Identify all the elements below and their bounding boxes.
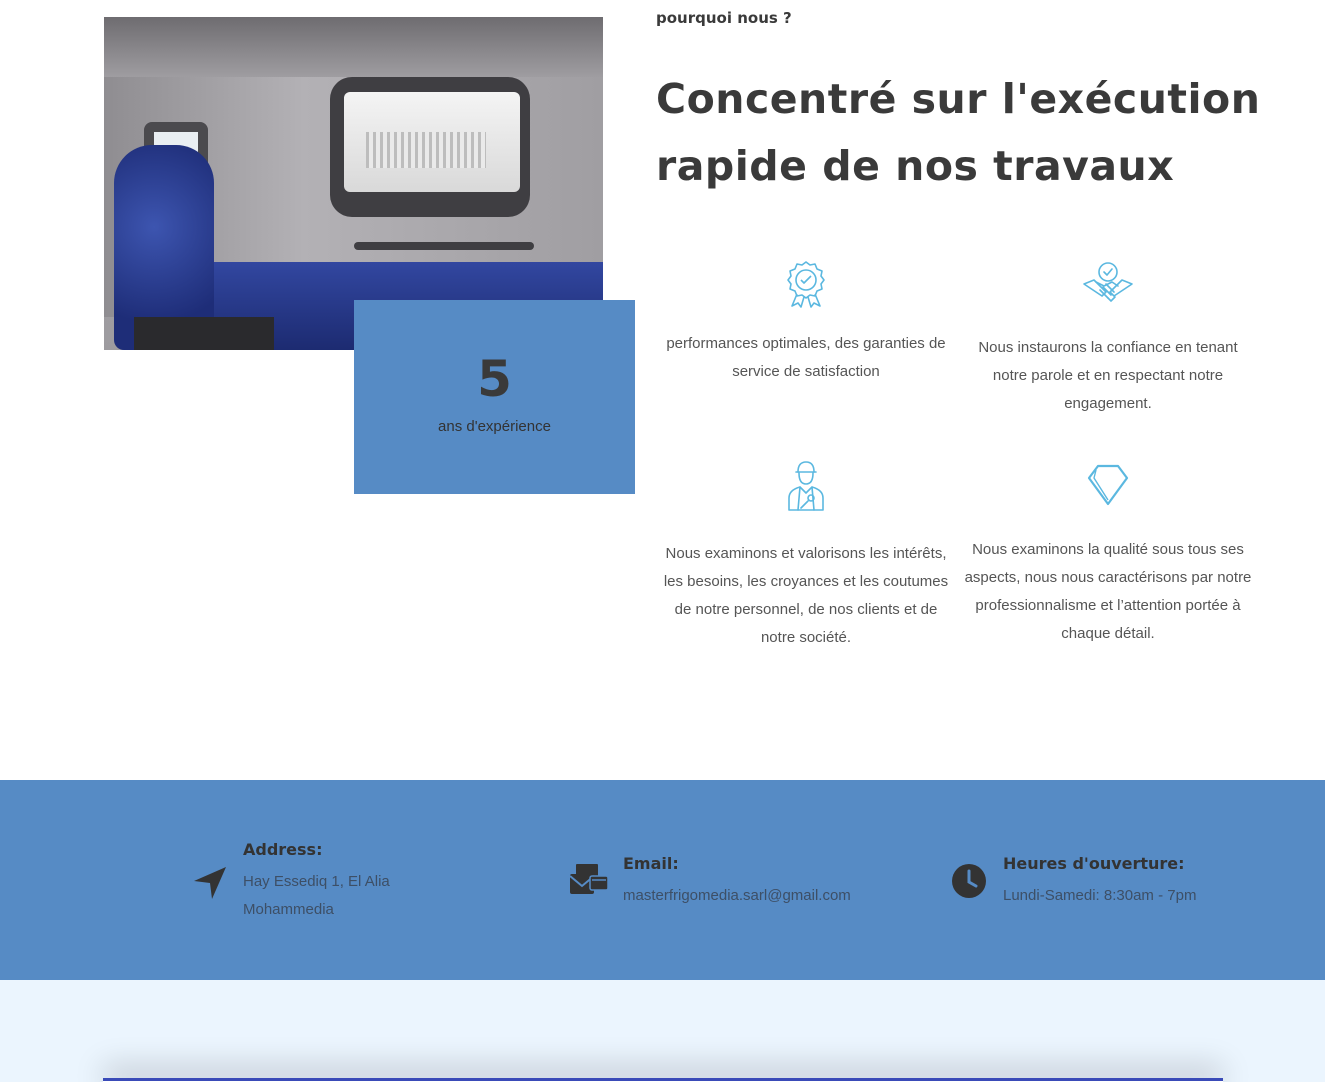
contact-band: Address: Hay Essediq 1, El Alia Mohammed… bbox=[0, 780, 1325, 980]
bottom-card bbox=[103, 1078, 1223, 1082]
section-headline: Concentré sur l'exécution rapide de nos … bbox=[656, 75, 1261, 190]
bottom-section bbox=[0, 980, 1325, 1082]
award-ribbon-icon bbox=[787, 261, 825, 308]
location-arrow-icon bbox=[194, 867, 226, 899]
experience-years: 5 bbox=[477, 350, 512, 408]
experience-label: ans d'expérience bbox=[438, 418, 551, 435]
feature-quality: Nous examinons la qualité sous tous ses … bbox=[963, 460, 1253, 648]
clock-icon bbox=[952, 864, 986, 898]
contact-hours-title: Heures d'ouverture: bbox=[1003, 854, 1185, 873]
contact-address-value: Hay Essediq 1, El Alia Mohammedia bbox=[243, 868, 390, 924]
feature-text: Nous examinons et valorisons les intérêt… bbox=[663, 545, 949, 646]
contact-email-value[interactable]: masterfrigomedia.sarl@gmail.com bbox=[623, 882, 851, 910]
experience-box: 5 ans d'expérience bbox=[354, 300, 635, 494]
handshake-icon bbox=[1083, 262, 1133, 302]
feature-trust: Nous instaurons la confiance en tenant n… bbox=[963, 260, 1253, 418]
worker-icon bbox=[788, 461, 824, 511]
address-line-2: Mohammedia bbox=[243, 901, 334, 918]
feature-performance: performances optimales, des garanties de… bbox=[661, 260, 951, 386]
contact-address-title: Address: bbox=[243, 840, 323, 859]
envelope-icon bbox=[569, 864, 609, 894]
address-line-1: Hay Essediq 1, El Alia bbox=[243, 873, 390, 890]
feature-text: Nous instaurons la confiance en tenant n… bbox=[978, 339, 1238, 412]
feature-people: Nous examinons et valorisons les intérêt… bbox=[661, 460, 951, 652]
contact-hours-value: Lundi-Samedi: 8:30am - 7pm bbox=[1003, 887, 1197, 904]
feature-text: Nous examinons la qualité sous tous ses … bbox=[964, 541, 1252, 642]
contact-email-title: Email: bbox=[623, 854, 679, 873]
diamond-icon bbox=[1087, 464, 1129, 506]
feature-text: performances optimales, des garanties de… bbox=[666, 335, 946, 380]
section-eyebrow: pourquoi nous ? bbox=[656, 9, 792, 27]
